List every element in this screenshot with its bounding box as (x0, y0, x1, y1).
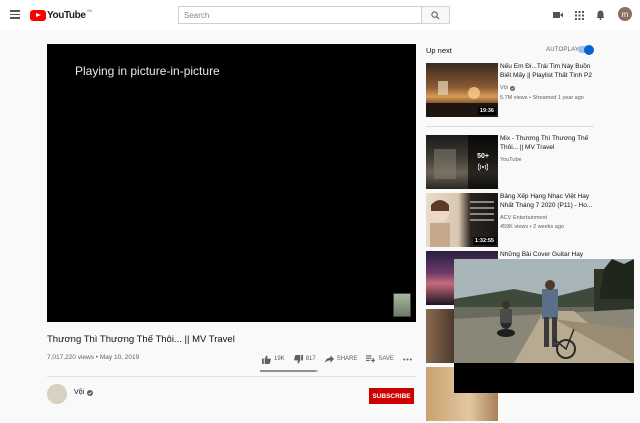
video-actions: 19K 817 SHARE SAVE (262, 353, 424, 365)
video-camera-icon (553, 12, 563, 18)
share-button[interactable]: SHARE (324, 355, 358, 363)
like-ratio-fill (260, 370, 316, 372)
channel-name[interactable]: Vội (74, 389, 94, 396)
thumbs-up-icon (262, 354, 271, 364)
autoplay-label: AUTOPLAY (546, 47, 580, 53)
more-horizontal-icon (403, 358, 412, 360)
suggested-title: Bảng Xếp Hạng Nhạc Việt Hay Nhất Tháng 7… (500, 193, 593, 209)
subscribe-button[interactable]: SUBSCRIBE (369, 388, 414, 404)
suggested-video[interactable]: 1:32:55 Bảng Xếp Hạng Nhạc Việt Hay Nhất… (426, 193, 594, 249)
video-title: Thương Thì Thương Thế Thôi... || MV Trav… (47, 334, 235, 345)
video-thumbnail[interactable]: 1:32:55 (426, 193, 498, 247)
up-next-label: Up next (426, 46, 452, 55)
suggested-channel: ACV Entertainment (500, 215, 548, 221)
play-logo-icon (30, 9, 46, 21)
pip-video-scene (454, 259, 634, 363)
channel-avatar[interactable] (47, 384, 67, 404)
menu-icon[interactable] (10, 10, 20, 19)
thumbs-down-icon (293, 354, 303, 364)
divider (47, 376, 416, 377)
duration-badge: 1:32:55 (473, 237, 496, 245)
verified-icon (509, 85, 515, 91)
pip-video-frame[interactable] (454, 259, 634, 363)
like-ratio-bar (260, 370, 318, 372)
top-bar: YouTube VN m (0, 0, 640, 30)
suggested-channel: Vội (500, 85, 515, 91)
picture-in-picture-window[interactable] (454, 259, 634, 393)
more-actions-button[interactable] (403, 358, 415, 361)
account-avatar[interactable]: m (618, 7, 632, 21)
search-icon (431, 10, 440, 20)
suggested-channel-text: Vội (500, 85, 508, 91)
bell-icon (596, 10, 604, 20)
search-input[interactable] (179, 7, 423, 23)
video-player[interactable]: Playing in picture-in-picture (47, 44, 416, 322)
mix-overlay: 50+ (468, 135, 498, 189)
youtube-logo[interactable]: YouTube VN (30, 8, 93, 21)
dislike-button[interactable]: 817 (293, 354, 316, 364)
video-meta: 7,017,220 views • May 10, 2019 (47, 354, 140, 361)
apps-grid-icon (574, 10, 584, 20)
save-label: SAVE (378, 356, 394, 362)
video-thumbnail[interactable]: 50+ (426, 135, 498, 189)
suggested-stats: 5.7M views • Streamed 1 year ago (500, 95, 584, 101)
suggested-title: Mix - Thương Thì Thương Thế Thôi... || M… (500, 135, 589, 151)
broadcast-icon (478, 163, 488, 171)
search-button[interactable] (422, 6, 450, 24)
channel-name-text: Vội (74, 389, 85, 396)
suggested-mix[interactable]: 50+ Mix - Thương Thì Thương Thế Thôi... … (426, 135, 594, 191)
logo-text: YouTube (47, 9, 86, 21)
search-box (178, 6, 423, 24)
country-code: VN (86, 8, 93, 13)
like-count: 19K (274, 356, 285, 362)
suggested-title: Nếu Em Đi...Trái Tim Này Buồn Biết Mấy |… (500, 63, 593, 79)
mix-count: 50+ (477, 153, 489, 160)
pip-message: Playing in picture-in-picture (75, 64, 220, 78)
verified-icon (87, 389, 94, 396)
save-button[interactable]: SAVE (366, 355, 394, 363)
duration-badge: 19:36 (477, 107, 496, 115)
apps-button[interactable] (573, 9, 585, 21)
like-button[interactable]: 19K (262, 354, 285, 364)
dislike-count: 817 (305, 356, 316, 362)
pip-preview-thumbnail[interactable] (393, 293, 411, 317)
suggested-video[interactable]: 19:36 Nếu Em Đi...Trái Tim Này Buồn Biết… (426, 63, 594, 119)
section-divider (426, 126, 594, 127)
share-label: SHARE (336, 356, 358, 362)
share-icon (324, 355, 334, 363)
add-to-playlist-icon (366, 355, 376, 363)
video-thumbnail[interactable]: 19:36 (426, 63, 498, 117)
notifications-button[interactable] (594, 9, 606, 21)
create-video-button[interactable] (552, 9, 564, 21)
autoplay-toggle[interactable] (578, 44, 594, 55)
suggested-channel: YouTube (500, 157, 522, 163)
toggle-knob (584, 44, 594, 55)
suggested-stats: 459K views • 2 weeks ago (500, 224, 564, 230)
